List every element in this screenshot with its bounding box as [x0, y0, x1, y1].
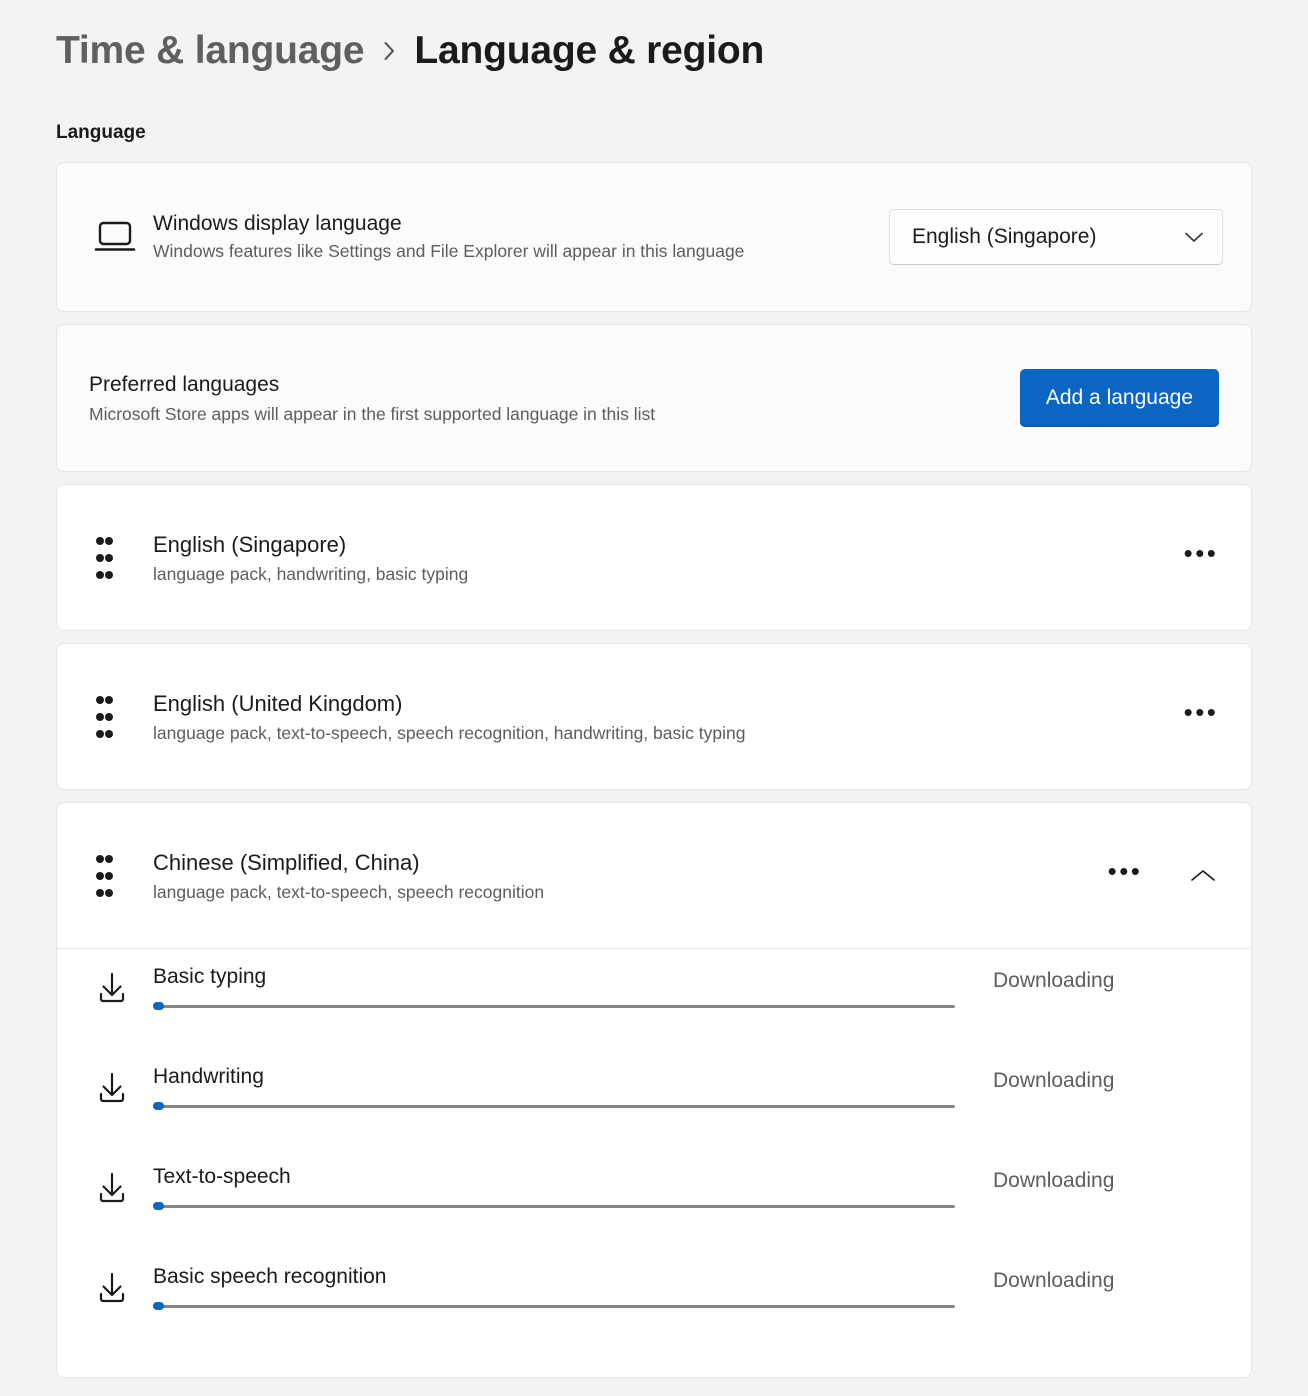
download-item-name: Basic typing	[153, 965, 267, 988]
download-progress-bar	[153, 1102, 955, 1110]
download-items-list: Basic typing Downloading Handwriting Dow…	[57, 949, 1251, 1377]
chevron-right-icon	[380, 34, 398, 68]
download-item-basic-typing: Basic typing Downloading	[57, 955, 1251, 1055]
download-item-status: Downloading	[993, 1069, 1115, 1092]
drag-handle-icon[interactable]	[81, 532, 153, 583]
language-row[interactable]: English (United Kingdom) language pack, …	[57, 644, 1251, 789]
language-card-english-united-kingdom[interactable]: English (United Kingdom) language pack, …	[56, 643, 1252, 790]
language-row[interactable]: Chinese (Simplified, China) language pac…	[57, 803, 1251, 948]
language-features: language pack, text-to-speech, speech re…	[153, 722, 746, 743]
download-item-basic-speech-recognition: Basic speech recognition Downloading	[57, 1255, 1251, 1355]
language-name: English (Singapore)	[153, 531, 347, 557]
drag-handle-icon[interactable]	[81, 691, 153, 742]
progress-indicator	[153, 1002, 164, 1010]
display-language-dropdown-value: English (Singapore)	[912, 225, 1097, 248]
download-item-name: Handwriting	[153, 1065, 264, 1088]
more-options-icon[interactable]: •••	[1179, 695, 1223, 739]
add-a-language-button[interactable]: Add a language	[1019, 369, 1219, 427]
language-name: Chinese (Simplified, China)	[153, 849, 420, 875]
language-row[interactable]: English (Singapore) language pack, handw…	[57, 485, 1251, 630]
download-item-text-to-speech: Text-to-speech Downloading	[57, 1155, 1251, 1255]
download-item-name: Basic speech recognition	[153, 1265, 387, 1288]
language-features: language pack, text-to-speech, speech re…	[153, 881, 545, 902]
download-item-status: Downloading	[993, 1169, 1115, 1192]
settings-page: Time & language Language & region Langua…	[0, 0, 1308, 1396]
download-progress-bar	[153, 1302, 955, 1310]
preferred-languages-title: Preferred languages	[89, 373, 280, 397]
download-item-handwriting: Handwriting Downloading	[57, 1055, 1251, 1155]
chevron-down-icon	[1184, 231, 1204, 244]
download-icon	[81, 1255, 153, 1307]
progress-indicator	[153, 1302, 164, 1310]
page-title: Language & region	[414, 29, 765, 72]
download-icon	[81, 1055, 153, 1107]
chevron-up-icon[interactable]	[1183, 856, 1223, 896]
monitor-icon	[81, 219, 153, 255]
download-icon	[81, 1155, 153, 1207]
language-card-chinese-simplified-china: Chinese (Simplified, China) language pac…	[56, 802, 1252, 1378]
breadcrumb-parent-link[interactable]: Time & language	[56, 29, 365, 73]
card-windows-display-language: Windows display language Windows feature…	[56, 162, 1252, 312]
download-item-status: Downloading	[993, 969, 1115, 992]
more-options-icon[interactable]: •••	[1103, 854, 1147, 898]
progress-indicator	[153, 1202, 164, 1210]
more-options-icon[interactable]: •••	[1179, 536, 1223, 580]
breadcrumb: Time & language Language & region	[56, 0, 1252, 74]
display-language-title: Windows display language	[153, 211, 402, 235]
download-progress-bar	[153, 1002, 955, 1010]
language-card-english-singapore[interactable]: English (Singapore) language pack, handw…	[56, 484, 1252, 631]
display-language-description: Windows features like Settings and File …	[153, 241, 745, 262]
display-language-dropdown[interactable]: English (Singapore)	[889, 209, 1223, 265]
section-heading-language: Language	[56, 122, 146, 143]
download-icon	[81, 955, 153, 1007]
preferred-languages-description: Microsoft Store apps will appear in the …	[89, 403, 656, 424]
download-progress-bar	[153, 1202, 955, 1210]
language-features: language pack, handwriting, basic typing	[153, 563, 469, 584]
download-item-name: Text-to-speech	[153, 1165, 291, 1188]
download-item-status: Downloading	[993, 1269, 1115, 1292]
drag-handle-icon[interactable]	[81, 850, 153, 901]
card-preferred-languages: Preferred languages Microsoft Store apps…	[56, 324, 1252, 472]
progress-indicator	[153, 1102, 164, 1110]
language-name: English (United Kingdom)	[153, 690, 403, 716]
